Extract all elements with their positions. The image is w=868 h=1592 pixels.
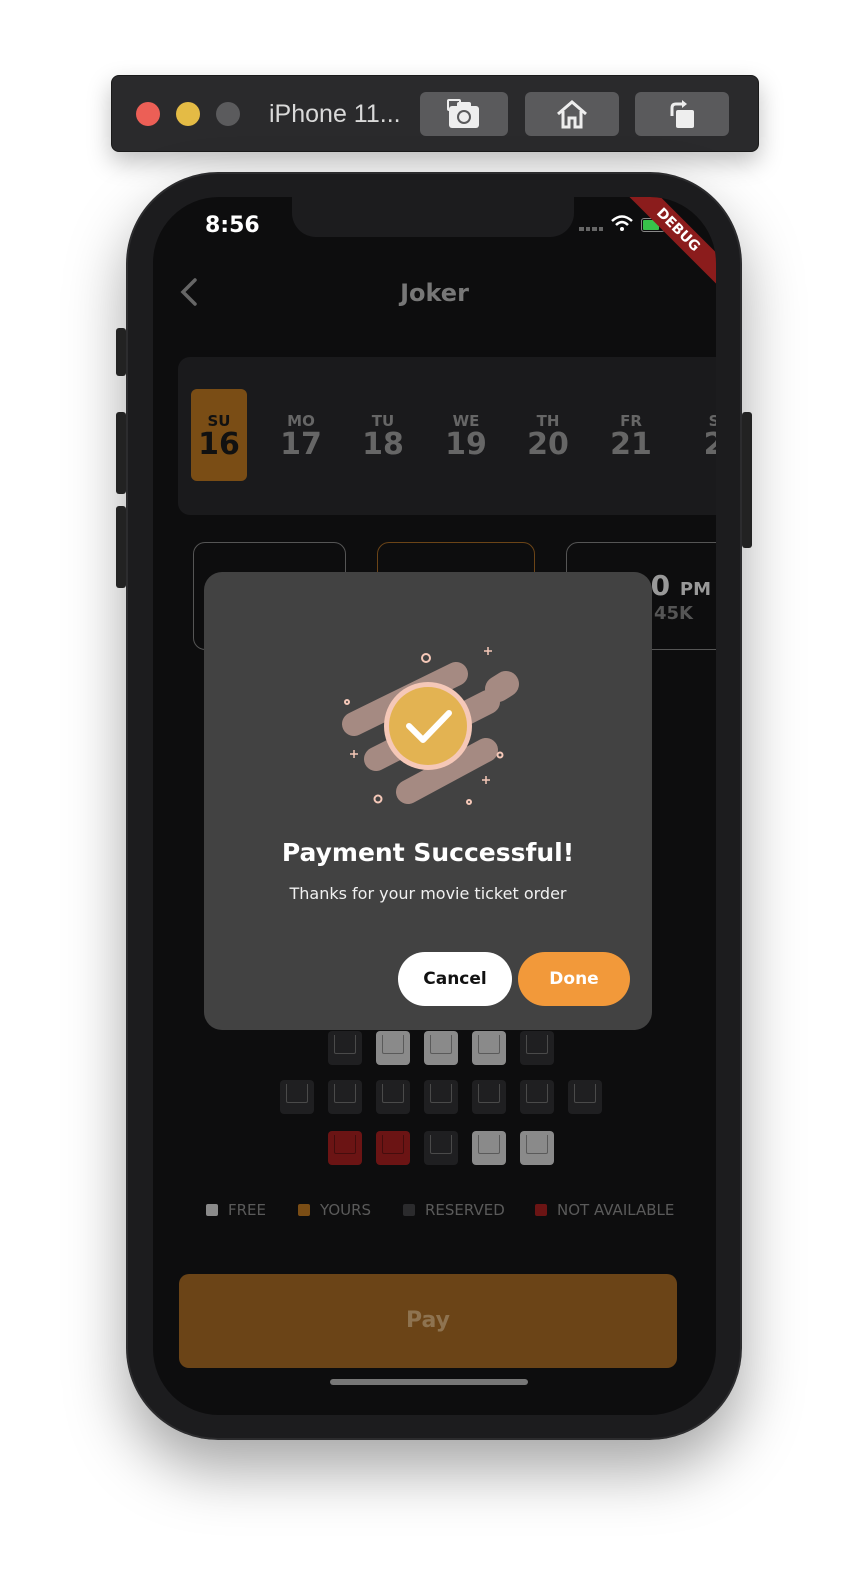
- seat-free[interactable]: [424, 1031, 458, 1065]
- date-day: 2: [703, 427, 716, 462]
- seat-free[interactable]: [376, 1031, 410, 1065]
- showtime-time: 0 PM: [650, 569, 711, 602]
- showtime-price: 45K: [654, 603, 693, 624]
- volume-up-button: [116, 412, 126, 494]
- pay-button[interactable]: Pay: [179, 1274, 677, 1368]
- seat-free[interactable]: [472, 1031, 506, 1065]
- legend-swatch-yours: [298, 1204, 310, 1216]
- notch: [292, 197, 574, 237]
- simulator-title: iPhone 11...: [269, 100, 401, 128]
- volume-down-button: [116, 506, 126, 588]
- home-indicator: [330, 1379, 528, 1385]
- close-window-button[interactable]: [136, 102, 160, 126]
- seat-free[interactable]: [520, 1131, 554, 1165]
- seat-reserved: [376, 1080, 410, 1114]
- date-selector: SU 16 MO 17 TU 18 WE 19 TH 20 FR 21 S 2: [178, 357, 716, 515]
- seat-reserved: [328, 1080, 362, 1114]
- mute-switch: [116, 328, 126, 376]
- date-day: 16: [198, 427, 240, 462]
- legend-swatch-not-available: [535, 1204, 547, 1216]
- seat-free[interactable]: [472, 1131, 506, 1165]
- wifi-icon: [611, 215, 633, 231]
- home-icon: [557, 100, 587, 129]
- home-button[interactable]: [525, 92, 619, 136]
- legend-free: FREE: [206, 1201, 266, 1219]
- dialog-message: Thanks for your movie ticket order: [289, 884, 567, 903]
- seat-reserved: [568, 1080, 602, 1114]
- rotate-icon: [670, 100, 694, 128]
- power-button: [742, 412, 752, 548]
- seat-reserved: [280, 1080, 314, 1114]
- legend-label: FREE: [228, 1201, 267, 1219]
- seat-reserved: [424, 1080, 458, 1114]
- done-button[interactable]: Done: [518, 952, 630, 1006]
- date-item[interactable]: WE 19: [438, 389, 494, 481]
- status-time: 8:56: [205, 213, 260, 238]
- seat-reserved: [472, 1080, 506, 1114]
- payment-success-dialog: Payment Successful! Thanks for your movi…: [204, 572, 652, 1030]
- simulator-toolbar: iPhone 11...: [111, 75, 759, 152]
- seat-reserved: [520, 1080, 554, 1114]
- date-item[interactable]: MO 17: [273, 389, 329, 481]
- zoom-window-button[interactable]: [216, 102, 240, 126]
- minimize-window-button[interactable]: [176, 102, 200, 126]
- date-item[interactable]: TH 20: [520, 389, 576, 481]
- seat-not-available: [328, 1131, 362, 1165]
- date-item[interactable]: TU 18: [355, 389, 411, 481]
- seat-not-available: [376, 1131, 410, 1165]
- legend-swatch-free: [206, 1204, 218, 1216]
- legend-swatch-reserved: [403, 1204, 415, 1216]
- date-day: 17: [280, 427, 322, 462]
- rotate-button[interactable]: [635, 92, 729, 136]
- date-day: 20: [527, 427, 569, 462]
- signal-icon: [579, 227, 603, 231]
- date-item[interactable]: S 2: [686, 389, 716, 481]
- seat-legend: FREE YOURS RESERVED NOT AVAILABLE: [153, 1201, 716, 1221]
- date-day: 21: [610, 427, 652, 462]
- date-day: 18: [362, 427, 404, 462]
- page-title: Joker: [400, 279, 469, 307]
- screenshot-icon: [447, 99, 479, 128]
- legend-label: NOT AVAILABLE: [557, 1201, 675, 1219]
- legend-reserved: RESERVED: [403, 1201, 505, 1219]
- seat-reserved: [328, 1031, 362, 1065]
- dialog-title: Payment Successful!: [281, 838, 575, 867]
- seat-reserved: [424, 1131, 458, 1165]
- legend-label: YOURS: [320, 1201, 372, 1219]
- legend-label: RESERVED: [425, 1201, 505, 1219]
- legend-yours: YOURS: [298, 1201, 371, 1219]
- legend-not-available: NOT AVAILABLE: [535, 1201, 674, 1219]
- cancel-button[interactable]: Cancel: [398, 952, 512, 1006]
- date-item[interactable]: FR 21: [603, 389, 659, 481]
- date-day: 19: [445, 427, 487, 462]
- success-check-illustration-icon: [342, 647, 519, 805]
- screenshot-button[interactable]: [420, 92, 508, 136]
- seat-reserved: [520, 1031, 554, 1065]
- date-item[interactable]: SU 16: [191, 389, 247, 481]
